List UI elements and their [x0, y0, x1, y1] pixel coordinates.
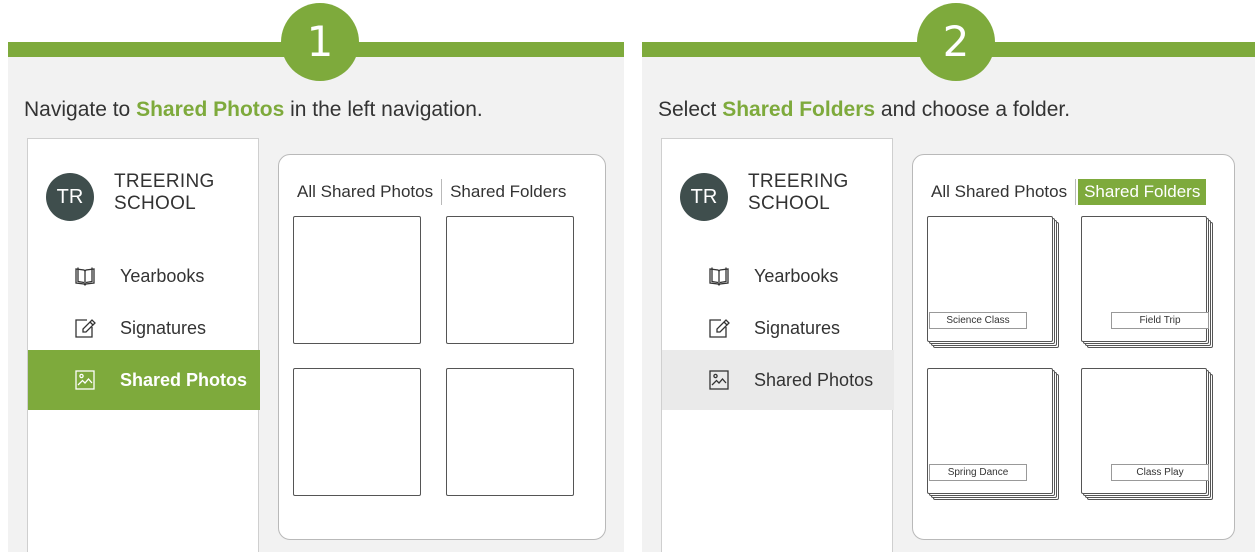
avatar: TR — [46, 173, 94, 221]
nav-item-yearbooks[interactable]: Yearbooks — [662, 246, 894, 306]
step-1-panel: 1 Navigate to Shared Photos in the left … — [8, 3, 624, 552]
instruction-suffix: and choose a folder. — [875, 98, 1071, 121]
shared-folders-content: All Shared Photos Shared Folders Science… — [912, 154, 1235, 540]
tab-bar: All Shared Photos Shared Folders — [291, 177, 597, 207]
tab-all-shared-photos[interactable]: All Shared Photos — [291, 179, 439, 205]
step-number-badge: 2 — [917, 3, 995, 81]
photo-tile[interactable] — [446, 368, 574, 496]
nav-item-yearbooks[interactable]: Yearbooks — [28, 246, 260, 306]
photo-tile[interactable] — [446, 216, 574, 344]
photo-tile[interactable] — [293, 216, 421, 344]
instruction-prefix: Select — [658, 98, 723, 121]
folder-label: Science Class — [929, 312, 1027, 329]
tab-divider — [1075, 179, 1077, 205]
nav-item-signatures[interactable]: Signatures — [28, 298, 260, 358]
tab-shared-folders[interactable]: Shared Folders — [444, 179, 572, 205]
image-icon — [708, 369, 730, 391]
tab-divider — [441, 179, 443, 205]
book-icon — [74, 265, 96, 287]
tab-all-shared-photos[interactable]: All Shared Photos — [925, 179, 1073, 205]
nav-item-label: Shared Photos — [754, 369, 874, 390]
shared-photos-content: All Shared Photos Shared Folders — [278, 154, 606, 540]
instruction-highlight: Shared Photos — [136, 98, 285, 121]
folder-card[interactable]: Field Trip — [1081, 216, 1213, 350]
school-name: TREERING SCHOOL — [114, 171, 215, 215]
pen-icon — [708, 317, 730, 339]
school-name-line2: SCHOOL — [114, 193, 197, 214]
instruction-suffix: in the left navigation. — [284, 98, 483, 121]
book-icon — [708, 265, 730, 287]
left-navigation: TR TREERING SCHOOL Yearbooks Signatures … — [661, 138, 894, 552]
nav-item-label: Signatures — [754, 317, 841, 338]
pen-icon — [74, 317, 96, 339]
left-navigation: TR TREERING SCHOOL Yearbooks Signatures … — [27, 138, 260, 552]
school-name-line2: SCHOOL — [748, 193, 831, 214]
step-number-badge: 1 — [281, 3, 359, 81]
school-name-line1: TREERING — [114, 171, 215, 192]
photo-tile[interactable] — [293, 368, 421, 496]
school-name: TREERING SCHOOL — [748, 171, 849, 215]
tab-shared-folders[interactable]: Shared Folders — [1078, 179, 1207, 205]
folder-label: Class Play — [1111, 464, 1209, 481]
avatar: TR — [680, 173, 728, 221]
nav-item-shared-photos[interactable]: Shared Photos — [662, 350, 894, 410]
image-icon — [74, 369, 96, 391]
folder-card[interactable]: Science Class — [927, 216, 1059, 350]
school-name-line1: TREERING — [748, 171, 849, 192]
nav-item-label: Signatures — [120, 317, 207, 338]
folder-label: Spring Dance — [929, 464, 1027, 481]
nav-item-shared-photos[interactable]: Shared Photos — [28, 350, 260, 410]
step-instruction: Navigate to Shared Photos in the left na… — [24, 98, 483, 122]
folder-card[interactable]: Spring Dance — [927, 368, 1059, 502]
folder-label: Field Trip — [1111, 312, 1209, 329]
step-2-panel: 2 Select Shared Folders and choose a fol… — [642, 3, 1255, 552]
nav-item-signatures[interactable]: Signatures — [662, 298, 894, 358]
step-instruction: Select Shared Folders and choose a folde… — [658, 98, 1070, 122]
folder-card[interactable]: Class Play — [1081, 368, 1213, 502]
nav-item-label: Yearbooks — [120, 265, 205, 286]
nav-item-label: Shared Photos — [120, 369, 248, 390]
nav-item-label: Yearbooks — [754, 265, 839, 286]
tab-bar: All Shared Photos Shared Folders — [925, 177, 1226, 207]
instruction-prefix: Navigate to — [24, 98, 137, 121]
instruction-highlight: Shared Folders — [722, 98, 876, 121]
